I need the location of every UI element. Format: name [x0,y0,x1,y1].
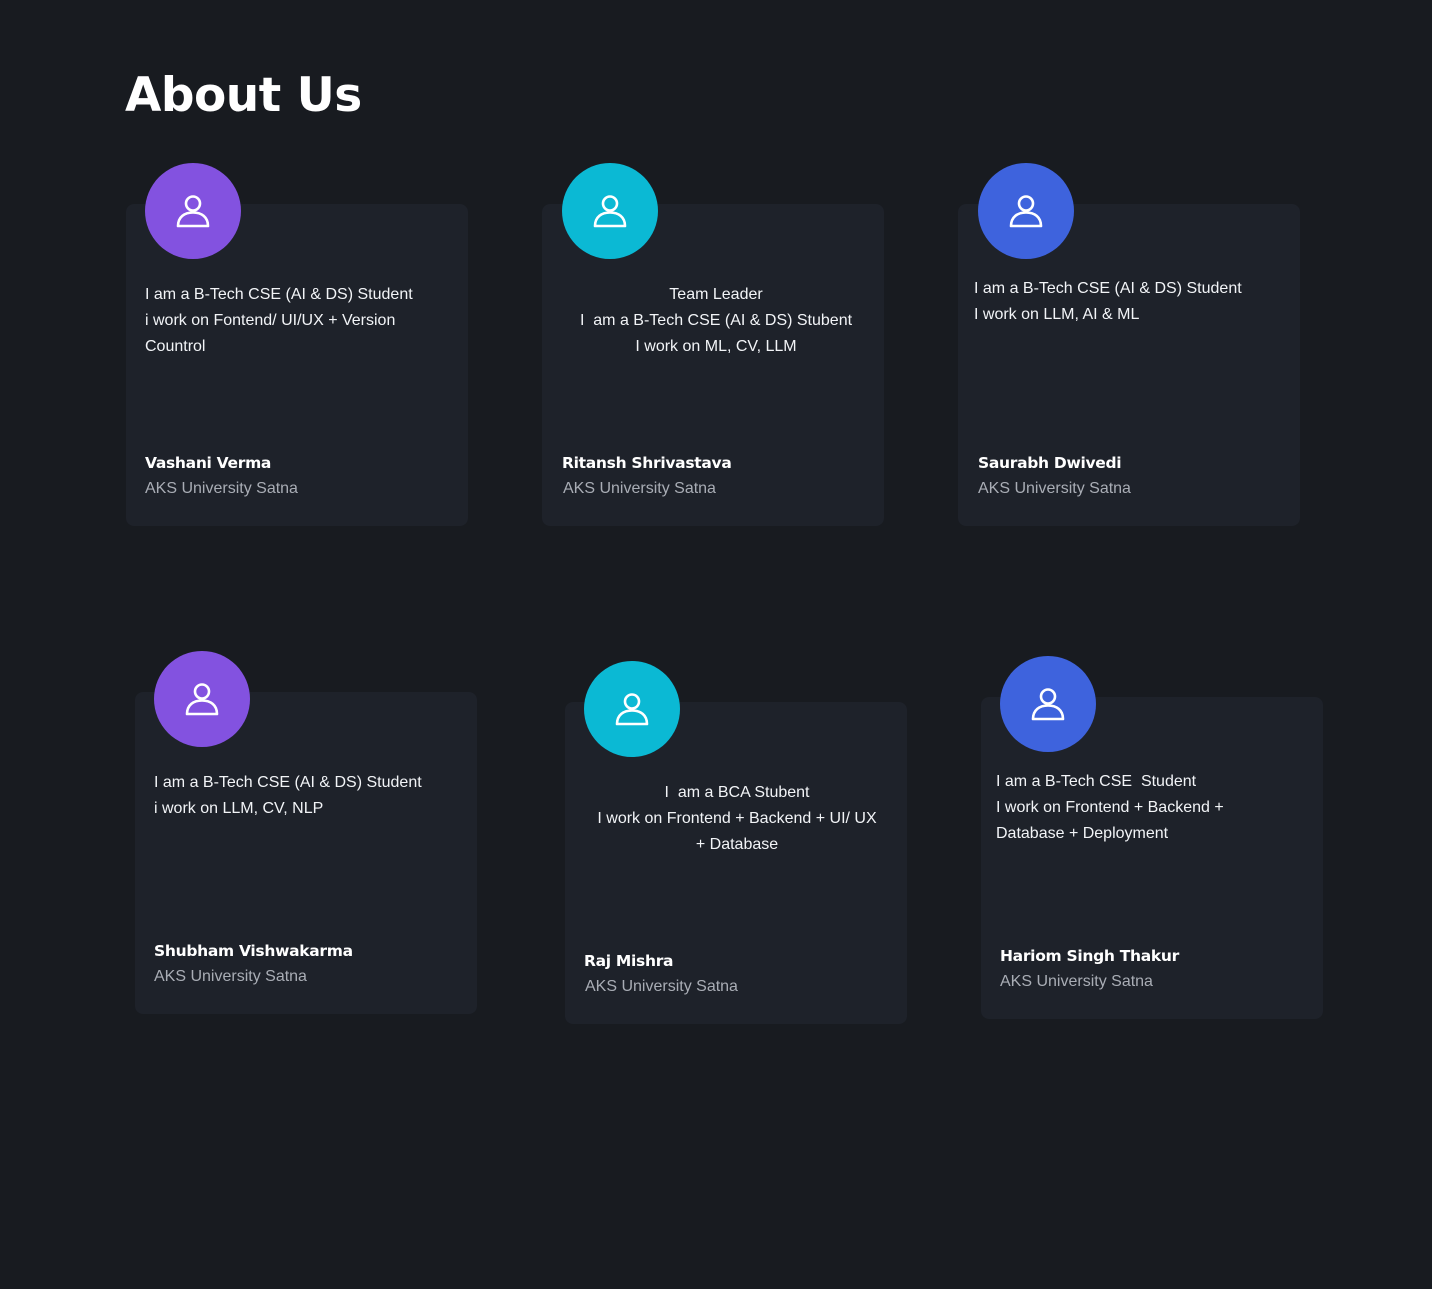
member-university: AKS University Satna [563,480,716,497]
user-icon [593,195,627,228]
avatar [1000,656,1096,752]
member-name: Saurabh Dwivedi [978,454,1122,472]
member-bio: I am a B-Tech CSE (AI & DS) Student I wo… [974,280,1242,323]
member-bio: Team Leader I am a B-Tech CSE (AI & DS) … [579,286,853,355]
member-university: AKS University Satna [1000,973,1153,990]
member-name: Hariom Singh Thakur [1000,947,1179,965]
member-bio: I am a BCA Stubent I work on Frontend + … [597,784,877,853]
avatar [154,651,250,747]
avatar [562,163,658,259]
user-icon [615,693,649,726]
member-university: AKS University Satna [145,480,298,497]
user-icon [1031,688,1065,721]
avatar [145,163,241,259]
user-icon [176,195,210,228]
member-bio: I am a B-Tech CSE Student I work on Fron… [996,773,1224,842]
user-icon [1009,195,1043,228]
member-name: Shubham Vishwakarma [154,942,353,960]
member-name: Raj Mishra [584,952,674,970]
member-name: Ritansh Shrivastava [562,454,732,472]
member-bio: I am a B-Tech CSE (AI & DS) Student i wo… [145,286,413,355]
avatar [978,163,1074,259]
member-university: AKS University Satna [154,968,307,985]
page-title: About Us [125,68,362,123]
member-university: AKS University Satna [978,480,1131,497]
user-icon [185,683,219,716]
member-bio: I am a B-Tech CSE (AI & DS) Student i wo… [154,774,422,817]
avatar [584,661,680,757]
member-university: AKS University Satna [585,978,738,995]
member-name: Vashani Verma [145,454,272,472]
